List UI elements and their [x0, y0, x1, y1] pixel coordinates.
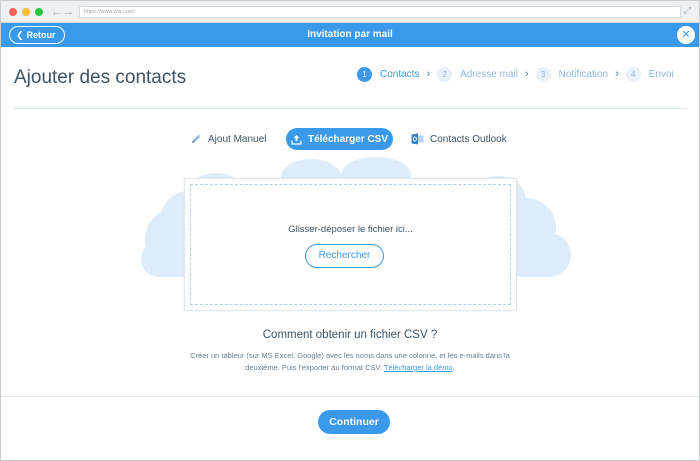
maximize-window-dot[interactable] — [35, 8, 43, 16]
help-text: Créer un tableur (sur MS Excel, Google) … — [187, 350, 513, 374]
browse-button[interactable]: Rechercher — [305, 244, 384, 268]
divider — [13, 108, 687, 109]
step-number: 1 — [357, 66, 372, 82]
page-title: Ajouter des contacts — [14, 67, 187, 88]
minimize-window-dot[interactable] — [22, 8, 30, 16]
tab-ajout-manuel[interactable]: Ajout Manuel — [190, 128, 266, 150]
tab-telecharger-csv[interactable]: Télécharger CSV — [286, 128, 393, 150]
stepper: 1 Contacts › 2 Adresse mail › 3 Notifica… — [357, 65, 674, 83]
download-demo-link[interactable]: Télécharger la démo — [384, 363, 453, 372]
step-adresse-mail[interactable]: 2 Adresse mail — [437, 66, 518, 82]
divider — [1, 396, 699, 397]
help-description: Créer un tableur (sur MS Excel, Google) … — [190, 351, 510, 372]
header-bar: ❮ Retour Invitation par mail ✕ — [1, 23, 699, 47]
tab-label: Ajout Manuel — [208, 133, 267, 145]
step-label: Contacts — [380, 68, 420, 80]
step-label: Notification — [558, 68, 609, 80]
browser-chrome: ← → https://www.wix.com/ ⤢ — [1, 1, 699, 23]
step-number: 2 — [437, 66, 453, 82]
help-title: Comment obtenir un fichier CSV ? — [262, 329, 438, 341]
file-dropzone[interactable]: Glisser-déposer le fichier ici... Recher… — [184, 178, 517, 311]
step-notification[interactable]: 3 Notification — [535, 66, 609, 82]
header-title: Invitation par mail — [307, 29, 393, 40]
chevron-right-icon: › — [615, 68, 619, 80]
step-label: Adresse mail — [460, 68, 518, 80]
chevron-right-icon: › — [524, 68, 529, 80]
step-envoi[interactable]: 4 Envoi — [625, 66, 674, 82]
close-icon[interactable]: ✕ — [677, 26, 695, 44]
step-label: Envoi — [648, 68, 674, 80]
expand-icon[interactable]: ⤢ — [684, 5, 691, 16]
step-number: 3 — [535, 66, 551, 82]
tab-label: Contacts Outlook — [430, 133, 507, 145]
tab-contacts-outlook[interactable]: Contacts Outlook — [411, 128, 507, 150]
chevron-right-icon: › — [426, 68, 431, 80]
step-contacts[interactable]: 1 Contacts — [357, 66, 420, 82]
help-end: . — [452, 363, 455, 372]
outlook-icon — [411, 133, 424, 145]
continue-button[interactable]: Continuer — [318, 410, 390, 434]
close-window-dot[interactable] — [9, 8, 17, 16]
tab-label: Télécharger CSV — [307, 133, 389, 145]
step-number: 4 — [625, 66, 641, 82]
dropzone-text: Glisser-déposer le fichier ici... — [288, 224, 413, 235]
arrow-left-icon[interactable]: ← — [51, 5, 62, 19]
address-bar[interactable]: https://www.wix.com/ — [79, 6, 681, 18]
upload-icon — [291, 134, 302, 145]
browser-window: ← → https://www.wix.com/ ⤢ ❮ Retour Invi… — [0, 0, 700, 461]
arrow-right-icon[interactable]: → — [63, 5, 74, 19]
pencil-icon — [190, 133, 202, 145]
